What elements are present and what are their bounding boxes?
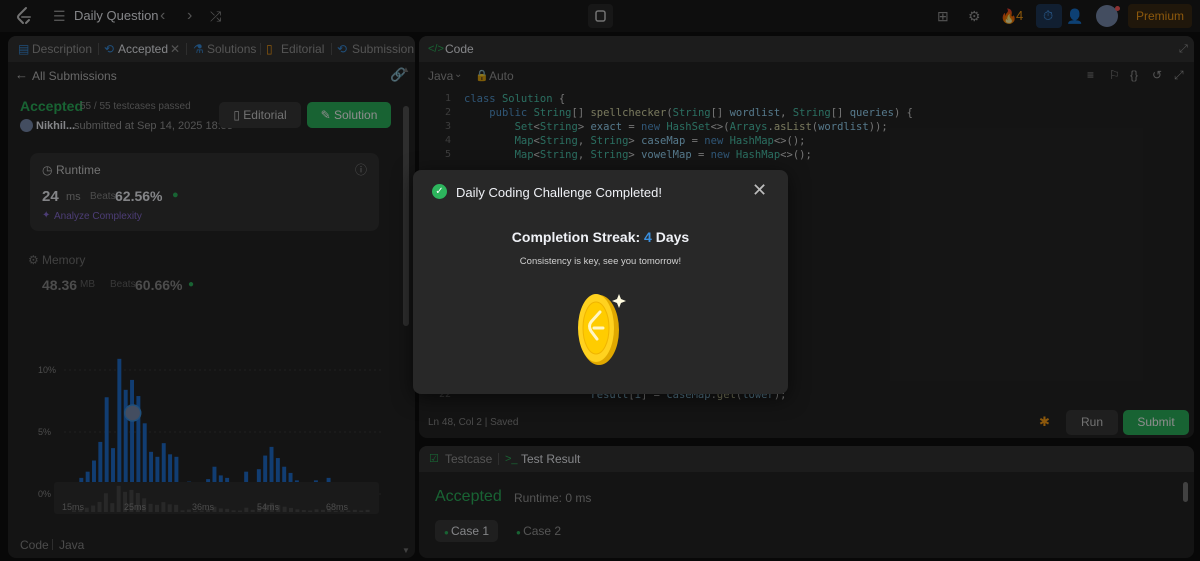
- check-circle-icon: ✓: [432, 184, 447, 199]
- daily-challenge-modal: ✓ Daily Coding Challenge Completed! ✕ Co…: [413, 170, 788, 394]
- consistency-message: Consistency is key, see you tomorrow!: [519, 256, 682, 267]
- modal-title: Daily Coding Challenge Completed!: [456, 185, 662, 200]
- streak-unit: Days: [655, 229, 690, 245]
- completion-streak: Completion Streak: 4 Days: [413, 229, 788, 245]
- gold-coin-icon: [578, 294, 626, 365]
- streak-number: 4: [644, 229, 652, 245]
- close-icon[interactable]: ✕: [752, 180, 767, 201]
- streak-label: Completion Streak:: [511, 229, 641, 245]
